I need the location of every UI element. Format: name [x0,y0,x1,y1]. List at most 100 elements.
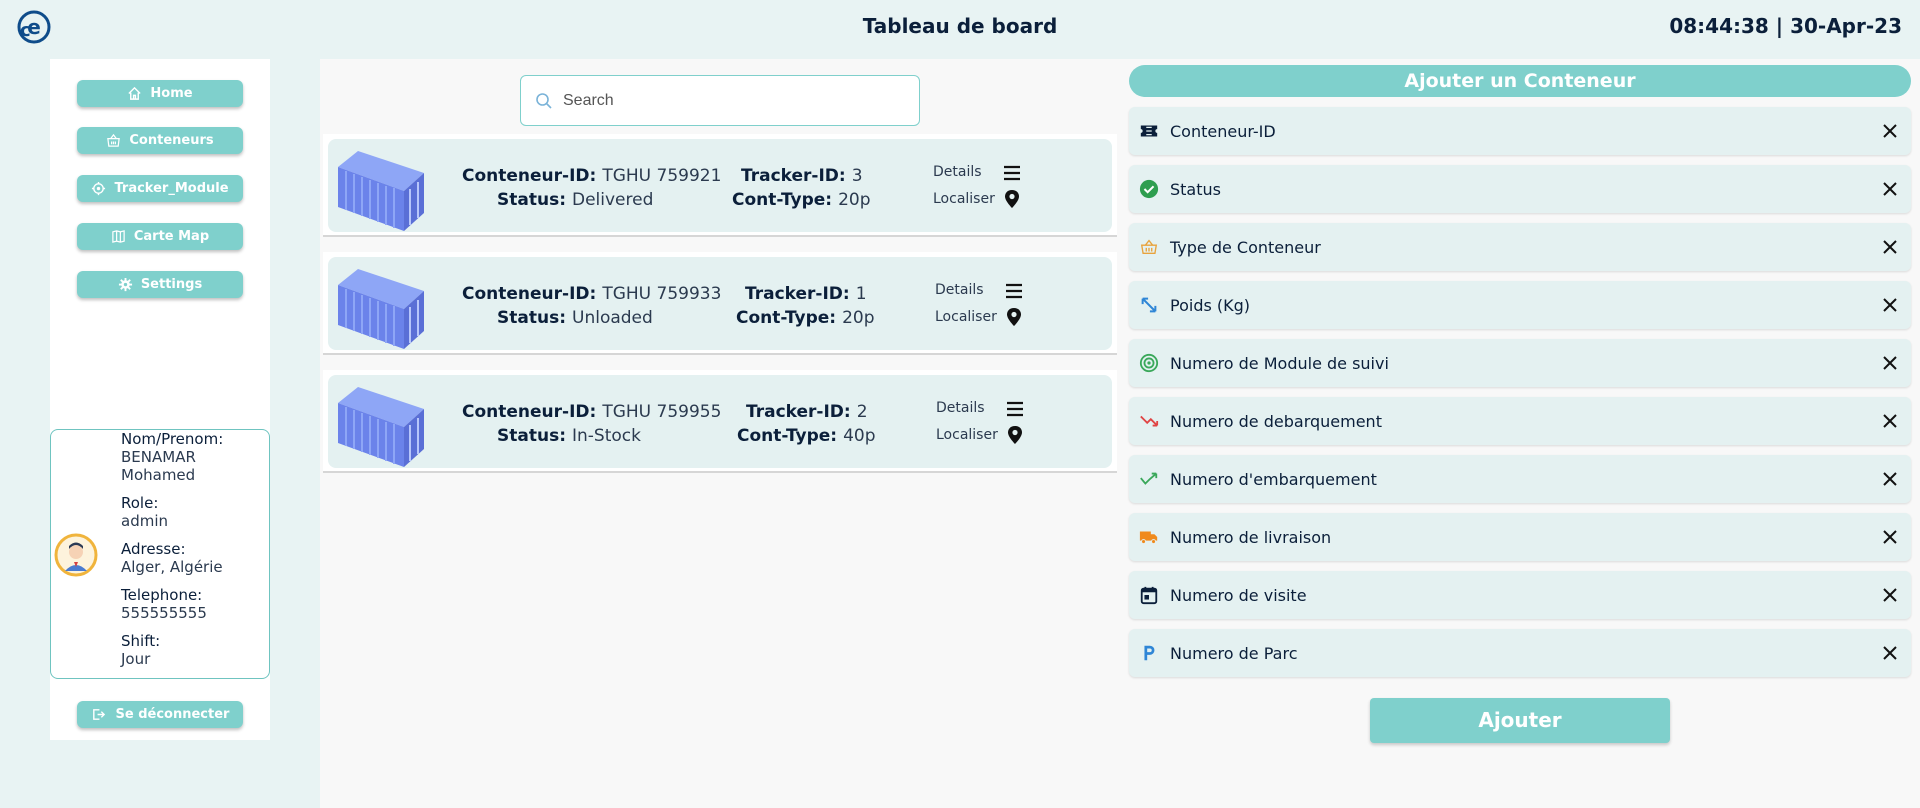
close-icon[interactable] [1881,528,1899,546]
home-icon [128,86,142,100]
location-pin-icon[interactable] [1004,424,1026,446]
container-id-value: TGHU 759921 [602,166,722,186]
search-icon [536,92,552,109]
close-icon[interactable] [1881,238,1899,256]
nav-conteneurs-label: Conteneurs [129,133,214,148]
page-title: Tableau de board [862,14,1058,38]
profile-phone-value: 555555555 [121,604,207,622]
container-type: Cont-Type: 20p [732,190,871,210]
field-label: Conteneur-ID [1170,121,1276,141]
nav-home-button[interactable]: Home [77,80,243,107]
menu-icon[interactable] [1004,398,1026,420]
trend-down-icon [1138,410,1160,432]
close-icon[interactable] [1881,586,1899,604]
target-icon [92,181,106,196]
shipping-container-image [338,269,424,349]
field-label: Type de Conteneur [1170,237,1321,257]
field-visite[interactable]: Numero de visite [1129,571,1911,619]
container-id: Conteneur-ID: TGHU 759955 [462,402,721,422]
profile-shift-value: Jour [121,650,151,668]
nav-conteneurs-button[interactable]: Conteneurs [77,127,243,154]
location-pin-icon[interactable] [1003,306,1025,328]
close-icon[interactable] [1881,122,1899,140]
field-label: Numero de visite [1170,585,1307,605]
tracker-id: Tracker-ID: 3 [741,166,863,186]
field-module-suivi[interactable]: Numero de Module de suivi [1129,339,1911,387]
field-poids[interactable]: Poids (Kg) [1129,281,1911,329]
menu-icon[interactable] [1001,162,1023,184]
container-card: Conteneur-ID: TGHU 759921 Status: Delivere… [323,134,1117,237]
localiser-link[interactable]: Localiser [935,309,997,325]
details-link[interactable]: Details [933,164,982,180]
ticket-icon [1138,120,1160,142]
container-status-label: Status: [497,426,566,446]
details-link[interactable]: Details [935,282,984,298]
nav-carte-map-label: Carte Map [133,229,210,244]
shipping-container-image [338,387,424,467]
close-icon[interactable] [1881,470,1899,488]
tracker-id: Tracker-ID: 1 [745,284,867,304]
container-status-label: Status: [497,308,566,328]
radar-icon [1138,352,1160,374]
menu-icon[interactable] [1003,280,1025,302]
logout-button[interactable]: Se déconnecter [77,701,243,728]
profile-role-value: admin [121,512,168,530]
container-id: Conteneur-ID: TGHU 759933 [462,284,721,304]
field-status[interactable]: Status [1129,165,1911,213]
map-icon [112,230,125,243]
container-card-body: Conteneur-ID: TGHU 759921 Status: Delivere… [328,139,1112,232]
nav-settings-button[interactable]: Settings [77,271,243,298]
field-debarquement[interactable]: Numero de debarquement [1129,397,1911,445]
check-circle-icon [1138,178,1160,200]
ajouter-button[interactable]: Ajouter [1370,698,1670,743]
container-status: Status: Delivered [497,190,653,210]
field-embarquement[interactable]: Numero d'embarquement [1129,455,1911,503]
tracker-id-label: Tracker-ID: [745,284,850,304]
field-label: Numero de Parc [1170,643,1298,663]
container-status-value: Unloaded [572,308,653,328]
tracker-id-value: 1 [855,284,867,304]
close-icon[interactable] [1881,412,1899,430]
trend-up-icon [1138,468,1160,490]
field-conteneur-id[interactable]: Conteneur-ID [1129,107,1911,155]
close-icon[interactable] [1881,180,1899,198]
profile-fields: Nom/Prenom: BENAMAR Mohamed Role: admin … [121,430,266,678]
container-type-label: Cont-Type: [736,308,837,328]
localiser-link[interactable]: Localiser [933,191,995,207]
profile-name-value: BENAMAR Mohamed [121,448,196,484]
sidebar: Home Conteneurs Tracker_Module Carte Map… [50,59,270,740]
field-label: Poids (Kg) [1170,295,1251,315]
nav-tracker-module-button[interactable]: Tracker_Module [77,175,243,202]
field-livraison[interactable]: Numero de livraison [1129,513,1911,561]
container-id-label: Conteneur-ID: [462,284,597,304]
tracker-id-label: Tracker-ID: [741,166,846,186]
tracker-id-value: 3 [851,166,863,186]
location-pin-icon[interactable] [1001,188,1023,210]
logout-icon [92,709,105,720]
container-card-body: Conteneur-ID: TGHU 759933 Status: Unloaded… [328,257,1112,350]
truck-icon [1138,526,1160,548]
container-id-label: Conteneur-ID: [462,166,597,186]
profile-role-label: Role: [121,494,159,512]
details-link[interactable]: Details [936,400,985,416]
localiser-link[interactable]: Localiser [936,427,998,443]
close-icon[interactable] [1881,644,1899,662]
tracker-id-label: Tracker-ID: [746,402,851,422]
field-label: Status [1170,179,1221,199]
parking-icon [1138,642,1160,664]
container-card: Conteneur-ID: TGHU 759933 Status: Unloaded… [323,252,1117,355]
nav-carte-map-button[interactable]: Carte Map [77,223,243,250]
field-type-conteneur[interactable]: Type de Conteneur [1129,223,1911,271]
search-box[interactable] [520,75,920,126]
field-parc[interactable]: Numero de Parc [1129,629,1911,677]
calendar-icon [1138,584,1160,606]
diagonal-arrows-icon [1138,294,1160,316]
container-id-value: TGHU 759933 [602,284,722,304]
close-icon[interactable] [1881,296,1899,314]
nav-home-label: Home [150,86,193,101]
search-input[interactable] [563,91,903,110]
container-status-value: In-Stock [572,426,641,446]
close-icon[interactable] [1881,354,1899,372]
container-type-label: Cont-Type: [732,190,833,210]
container-status: Status: Unloaded [497,308,653,328]
